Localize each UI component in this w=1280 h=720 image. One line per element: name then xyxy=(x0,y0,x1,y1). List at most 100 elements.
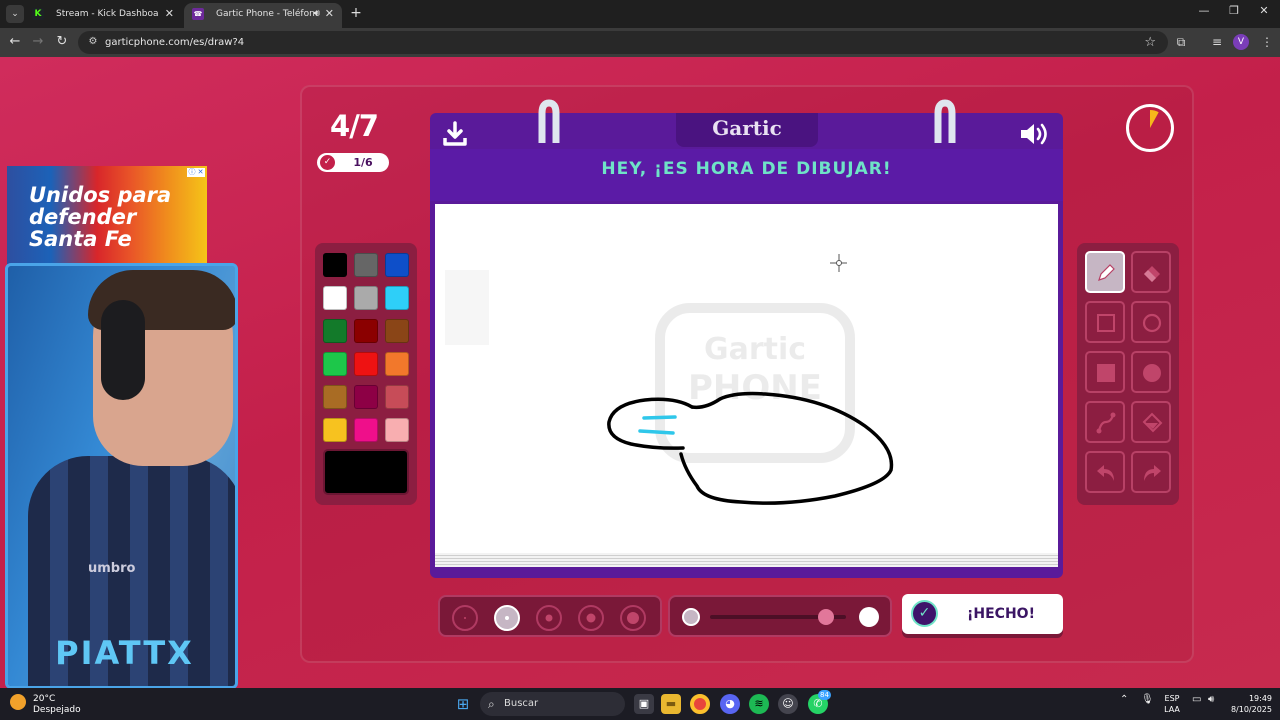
clock-date: 8/10/2025 xyxy=(1230,705,1272,714)
drawing-area: Gartic PHONE xyxy=(430,201,1063,578)
color-swatch[interactable] xyxy=(354,418,378,442)
brush-size-option[interactable] xyxy=(578,605,604,631)
opacity-slider[interactable] xyxy=(668,595,892,637)
windows-start-icon[interactable]: ⊞ xyxy=(453,694,473,714)
back-icon[interactable]: ← xyxy=(6,33,24,51)
color-swatch[interactable] xyxy=(354,352,378,376)
color-swatch[interactable] xyxy=(323,253,347,277)
keyboard-layout: LAA xyxy=(1164,705,1180,714)
rectangle-filled-tool-button[interactable] xyxy=(1085,351,1125,393)
microphone-icon[interactable]: 🎙︎ xyxy=(1141,694,1154,705)
notification-badge: 84 xyxy=(818,690,831,700)
tab-kick-dashboard[interactable]: K Stream - Kick Dashboard ✕ xyxy=(24,3,182,28)
profile-avatar[interactable]: V xyxy=(1233,34,1249,50)
color-swatch[interactable] xyxy=(385,253,409,277)
fill-bucket-tool-button[interactable] xyxy=(1131,401,1171,443)
undo-button[interactable] xyxy=(1085,451,1125,493)
watermark-text-top: Gartic xyxy=(704,332,806,367)
eraser-tool-button[interactable] xyxy=(1131,251,1171,293)
color-palette xyxy=(315,243,417,505)
color-swatch[interactable] xyxy=(354,286,378,310)
address-bar[interactable]: ⚙ garticphone.com/es/draw?4 ☆ xyxy=(78,31,1168,54)
ad-banner[interactable]: ⓘ ✕ Unidos para defender Santa Fe xyxy=(7,166,207,264)
extensions-icon[interactable]: ⧉ xyxy=(1172,33,1190,51)
speaker-icon[interactable]: 🔊︎ xyxy=(1208,694,1214,705)
notebook-ring-right xyxy=(934,99,956,143)
restore-icon[interactable]: ❐ xyxy=(1224,4,1244,17)
url-text[interactable]: garticphone.com/es/draw?4 xyxy=(105,31,244,54)
spotify-icon[interactable]: ≋ xyxy=(749,694,769,714)
done-button[interactable]: ✓ ¡HECHO! xyxy=(902,594,1063,634)
bookmark-star-icon[interactable]: ☆ xyxy=(1144,31,1156,54)
shirt-logo: umbro xyxy=(88,561,136,576)
tab-gartic-phone[interactable]: ☎ Gartic Phone - Teléfono De 🔊︎ ✕ xyxy=(184,3,342,28)
browser-tabstrip: ⌄ K Stream - Kick Dashboard ✕ ☎ Gartic P… xyxy=(0,0,1280,28)
color-swatch[interactable] xyxy=(323,319,347,343)
color-swatch[interactable] xyxy=(354,385,378,409)
weather-temperature: 20°C xyxy=(33,694,56,704)
brush-size-option[interactable] xyxy=(620,605,646,631)
file-explorer-icon[interactable]: ▬ xyxy=(661,694,681,714)
color-swatch[interactable] xyxy=(385,385,409,409)
taskbar-search[interactable]: ⌕ Buscar xyxy=(480,692,625,716)
color-swatch[interactable] xyxy=(323,352,347,376)
forward-icon[interactable]: → xyxy=(29,33,47,51)
watermark-text-bottom: PHONE xyxy=(688,368,822,408)
checkmark-icon: ✓ xyxy=(911,600,938,627)
opacity-max-icon xyxy=(859,607,879,627)
brush-size-selector xyxy=(438,595,662,637)
line-icon xyxy=(1096,412,1116,434)
brush-size-option[interactable] xyxy=(536,605,562,631)
brush-size-option[interactable] xyxy=(494,605,520,631)
color-swatch[interactable] xyxy=(323,418,347,442)
tool-panel xyxy=(1077,243,1179,505)
search-icon: ⌕ xyxy=(488,697,495,711)
color-swatch[interactable] xyxy=(323,385,347,409)
color-swatch[interactable] xyxy=(385,319,409,343)
brush-size-option[interactable] xyxy=(452,605,478,631)
new-tab-icon[interactable]: + xyxy=(347,4,365,22)
discord-icon[interactable]: ◕ xyxy=(720,694,740,714)
pencil-tool-button[interactable] xyxy=(1085,251,1125,293)
brush-size-dot xyxy=(586,613,596,623)
color-swatch[interactable] xyxy=(354,319,378,343)
rectangle-outline-icon xyxy=(1097,314,1115,332)
line-tool-button[interactable] xyxy=(1085,401,1125,443)
color-swatch[interactable] xyxy=(354,253,378,277)
volume-icon[interactable] xyxy=(1019,121,1051,147)
close-tab-icon[interactable]: ✕ xyxy=(165,3,174,25)
media-controls-icon[interactable]: ≡ xyxy=(1208,33,1226,51)
color-swatch[interactable] xyxy=(385,352,409,376)
rectangle-outline-tool-button[interactable] xyxy=(1085,301,1125,343)
audio-playing-icon[interactable]: 🔊︎ xyxy=(314,3,320,25)
close-tab-icon[interactable]: ✕ xyxy=(325,3,334,25)
players-done-badge: ✓ 1/6 xyxy=(317,153,389,172)
tray-overflow-icon[interactable]: ⌃ xyxy=(1120,694,1128,705)
tab-search-icon[interactable]: ⌄ xyxy=(6,5,24,23)
chrome-icon[interactable] xyxy=(690,694,710,714)
task-view-icon[interactable]: ▣ xyxy=(634,694,654,714)
display-icon[interactable]: ▭ xyxy=(1192,694,1201,705)
minimize-icon[interactable]: — xyxy=(1194,4,1214,17)
browser-menu-icon[interactable]: ⋮ xyxy=(1258,33,1276,51)
download-icon[interactable] xyxy=(442,121,468,147)
brush-size-dot xyxy=(505,616,509,620)
app-icon[interactable]: ☺ xyxy=(778,694,798,714)
opacity-handle[interactable] xyxy=(817,609,834,625)
redo-button[interactable] xyxy=(1131,451,1171,493)
timer-progress xyxy=(1150,110,1159,128)
system-clock[interactable]: 19:49 8/10/2025 xyxy=(1222,693,1272,715)
drawing-canvas[interactable]: Gartic PHONE xyxy=(435,204,1058,553)
color-swatch[interactable] xyxy=(385,286,409,310)
circle-filled-tool-button[interactable] xyxy=(1131,351,1171,393)
color-swatch[interactable] xyxy=(385,418,409,442)
close-window-icon[interactable]: ✕ xyxy=(1254,4,1274,17)
color-swatch[interactable] xyxy=(323,286,347,310)
circle-outline-tool-button[interactable] xyxy=(1131,301,1171,343)
site-info-icon[interactable]: ⚙ xyxy=(86,35,100,49)
language-indicator[interactable]: ESP LAA xyxy=(1160,693,1184,715)
ad-choices-badge[interactable]: ⓘ ✕ xyxy=(187,168,205,177)
reload-icon[interactable]: ↻ xyxy=(53,33,71,51)
opacity-min-icon xyxy=(682,608,700,626)
canvas-drawing: Gartic PHONE xyxy=(445,254,894,505)
